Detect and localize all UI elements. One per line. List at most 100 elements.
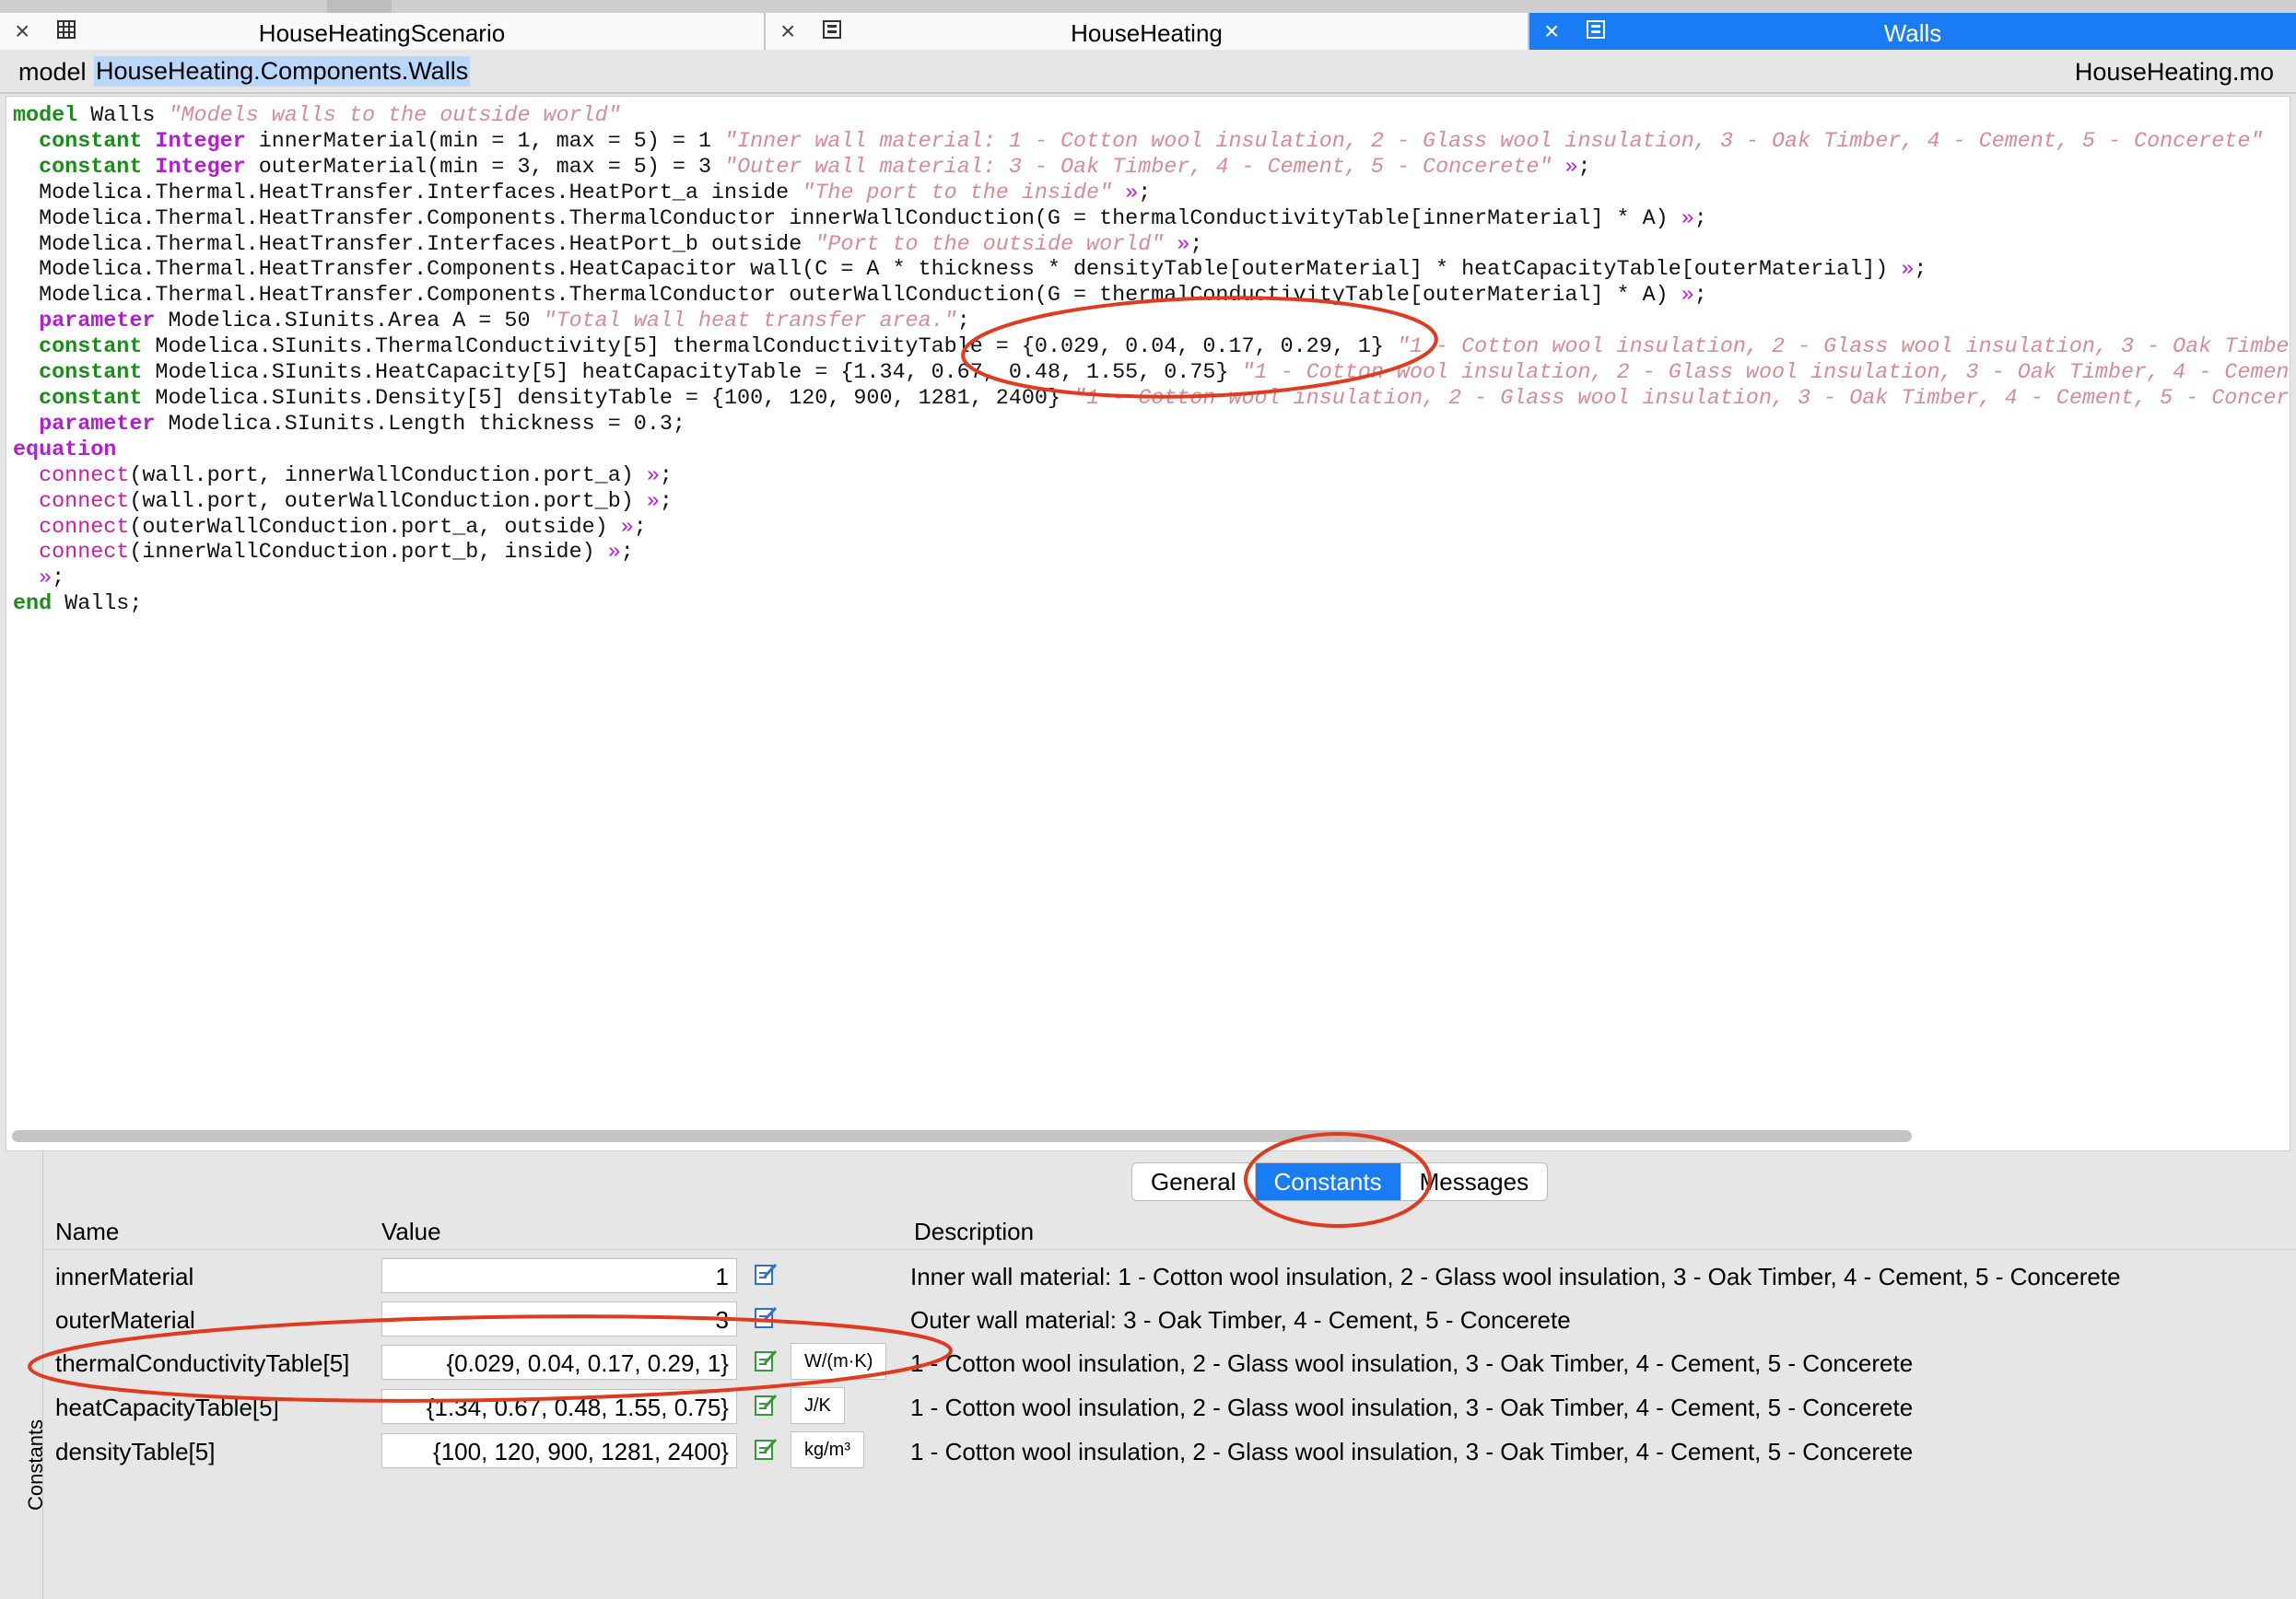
constant-value-field[interactable]: {100, 120, 900, 1281, 2400} <box>381 1433 737 1468</box>
constant-description: Inner wall material: 1 - Cotton wool ins… <box>910 1263 2121 1290</box>
edit-icon[interactable] <box>754 1305 778 1329</box>
tab-househeatingscenario[interactable]: × HouseHeatingScenario <box>0 13 766 50</box>
code-line[interactable]: constant Integer innerMaterial(min = 1, … <box>13 130 2290 156</box>
code-token: outerMaterial(min = 3, max = 5) = 3 <box>245 155 725 180</box>
code-token: Modelica.SIunits.Density[5] densityTable… <box>142 386 1074 411</box>
tab-constants[interactable]: Constants <box>1255 1163 1401 1200</box>
code-line[interactable]: connect(outerWallConduction.port_a, outs… <box>13 516 2290 542</box>
code-token: "Total wall heat transfer area." <box>543 309 957 334</box>
constant-value-field[interactable]: 1 <box>381 1258 737 1293</box>
horizontal-scrollbar[interactable] <box>12 1130 1912 1142</box>
code-line[interactable]: connect(wall.port, innerWallConduction.p… <box>13 464 2290 490</box>
code-token: equation <box>13 438 117 462</box>
code-token: Modelica.SIunits.Length thickness = 0.3; <box>155 412 685 437</box>
tab-walls[interactable]: × Walls <box>1529 13 2296 50</box>
code-token: ; <box>1189 232 1203 257</box>
code-token: "Port to the outside world" <box>814 232 1165 257</box>
code-token: "Inner wall material: 1 - Cotton wool in… <box>724 129 2264 154</box>
unit-field[interactable]: kg/m³ <box>791 1431 864 1468</box>
code-line[interactable]: connect(wall.port, outerWallConduction.p… <box>13 490 2290 516</box>
code-token: connect <box>39 489 130 514</box>
constant-name: outerMaterial <box>55 1306 195 1334</box>
code-token: ; <box>52 566 65 591</box>
code-token: constant <box>39 155 143 180</box>
code-line[interactable]: model Walls "Models walls to the outside… <box>13 104 2290 130</box>
code-line[interactable]: Modelica.Thermal.HeatTransfer.Components… <box>13 207 2290 233</box>
tab-messages[interactable]: Messages <box>1401 1163 1547 1200</box>
code-line[interactable]: Modelica.Thermal.HeatTransfer.Interfaces… <box>13 181 2290 207</box>
code-line[interactable]: constant Modelica.SIunits.Density[5] den… <box>13 387 2290 413</box>
unit-field[interactable]: J/K <box>791 1387 845 1424</box>
code-token: "1 - Cotton wool insulation, 2 - Glass w… <box>1396 335 2290 360</box>
column-header-description[interactable]: Description <box>914 1218 1034 1246</box>
code-token: ; <box>1914 258 1927 283</box>
code-line[interactable]: parameter Modelica.SIunits.Length thickn… <box>13 413 2290 438</box>
code-token: Modelica.Thermal.HeatTransfer.Components… <box>13 258 1902 283</box>
code-token: ; <box>1577 155 1591 180</box>
code-line[interactable]: constant Modelica.SIunits.HeatCapacity[5… <box>13 361 2290 387</box>
file-name: HouseHeating.mo <box>2074 58 2274 86</box>
unit-field[interactable]: W/(m·K) <box>791 1343 887 1380</box>
code-token: ; <box>1693 284 1707 309</box>
edit-icon[interactable] <box>754 1393 778 1417</box>
edit-icon[interactable] <box>754 1348 778 1372</box>
side-panel-strip[interactable]: Constants <box>0 1151 47 1599</box>
code-line[interactable]: parameter Modelica.SIunits.Area A = 50 "… <box>13 309 2290 335</box>
code-line[interactable]: Modelica.Thermal.HeatTransfer.Components… <box>13 258 2290 284</box>
tab-general[interactable]: General <box>1132 1163 1256 1200</box>
edit-icon[interactable] <box>754 1437 778 1461</box>
table-row[interactable]: densityTable[5] {100, 120, 900, 1281, 24… <box>42 1431 2296 1476</box>
code-line[interactable]: Modelica.Thermal.HeatTransfer.Components… <box>13 284 2290 309</box>
code-line[interactable]: connect(innerWallConduction.port_b, insi… <box>13 541 2290 566</box>
code-token: connect <box>39 515 130 540</box>
code-token: Modelica.SIunits.Area A = 50 <box>155 309 544 334</box>
constant-value-field[interactable]: {0.029, 0.04, 0.17, 0.29, 1} <box>381 1345 737 1380</box>
tab-label: Walls <box>1883 19 1942 47</box>
code-token: Integer <box>155 129 246 154</box>
code-line[interactable]: equation <box>13 438 2290 464</box>
code-token: » <box>620 515 634 540</box>
model-class-path[interactable]: HouseHeating.Components.Walls <box>94 56 471 87</box>
code-token: end <box>13 592 53 617</box>
model-keyword: model <box>18 58 87 86</box>
code-text[interactable]: model Walls "Models walls to the outside… <box>13 104 2290 618</box>
code-line[interactable]: end Walls; <box>13 592 2290 618</box>
code-line[interactable]: Modelica.Thermal.HeatTransfer.Interfaces… <box>13 233 2290 259</box>
code-token: Modelica.Thermal.HeatTransfer.Components… <box>13 284 1681 309</box>
constant-value-field[interactable]: 3 <box>381 1301 737 1336</box>
column-header-value[interactable]: Value <box>381 1218 441 1246</box>
code-line[interactable]: »; <box>13 566 2290 592</box>
code-editor[interactable]: model Walls "Models walls to the outside… <box>6 96 2290 1151</box>
code-token: Modelica.Thermal.HeatTransfer.Components… <box>13 206 1681 231</box>
code-token: » <box>1681 206 1694 231</box>
code-line[interactable]: constant Modelica.SIunits.ThermalConduct… <box>13 335 2290 361</box>
edit-icon[interactable] <box>754 1262 778 1286</box>
code-token: constant <box>39 129 143 154</box>
table-row[interactable]: heatCapacityTable[5] {1.34, 0.67, 0.48, … <box>42 1387 2296 1431</box>
constant-description: 1 - Cotton wool insulation, 2 - Glass wo… <box>910 1349 1914 1377</box>
tab-househeating[interactable]: × HouseHeating <box>766 13 1529 50</box>
code-token: ; <box>620 541 634 566</box>
code-token: constant <box>39 386 143 411</box>
constant-name: innerMaterial <box>55 1263 194 1290</box>
code-token: model <box>13 104 78 128</box>
constant-description: 1 - Cotton wool insulation, 2 - Glass wo… <box>910 1394 1914 1421</box>
code-token: Integer <box>155 155 246 180</box>
code-token: "Outer wall material: 3 - Oak Timber, 4 … <box>724 155 1552 180</box>
table-row[interactable]: innerMaterial 1 Inner wall material: 1 -… <box>42 1256 2296 1301</box>
table-row[interactable]: outerMaterial 3 Outer wall material: 3 -… <box>42 1300 2296 1344</box>
column-header-name[interactable]: Name <box>55 1218 119 1246</box>
table-row[interactable]: thermalConductivityTable[5] {0.029, 0.04… <box>42 1343 2296 1387</box>
code-token: » <box>646 463 660 488</box>
code-token: innerMaterial(min = 1, max = 5) = 1 <box>245 129 725 154</box>
code-line[interactable]: constant Integer outerMaterial(min = 3, … <box>13 156 2290 181</box>
code-token: Walls <box>77 104 169 128</box>
constant-value-field[interactable]: {1.34, 0.67, 0.48, 1.55, 0.75} <box>381 1389 737 1424</box>
constant-name: thermalConductivityTable[5] <box>55 1349 350 1377</box>
